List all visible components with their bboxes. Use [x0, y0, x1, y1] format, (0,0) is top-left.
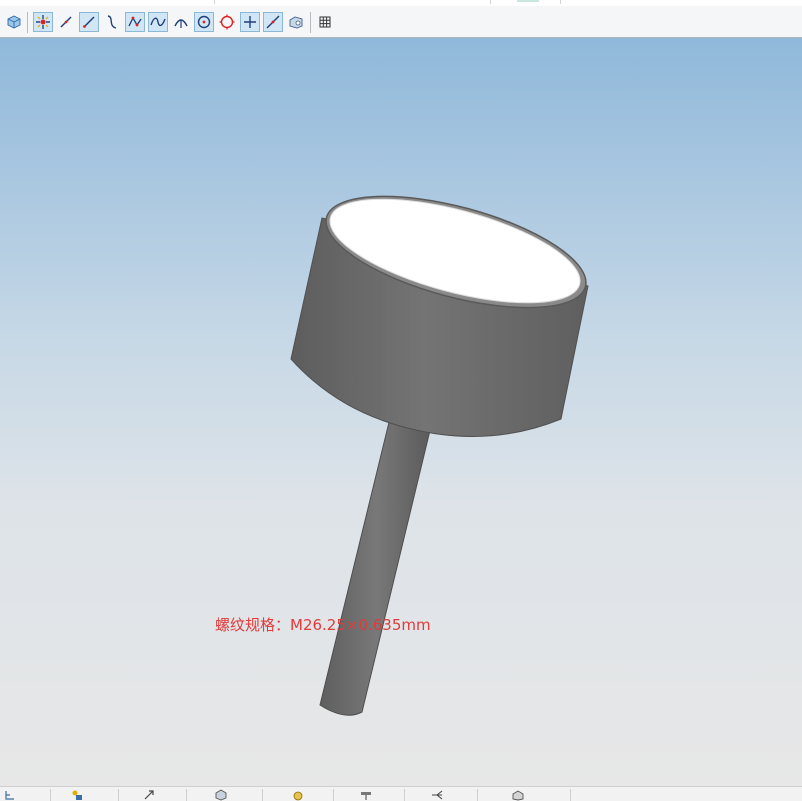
sketch-icon[interactable] — [143, 789, 157, 801]
assembly-icon[interactable] — [71, 789, 85, 801]
solid-view-icon[interactable] — [286, 12, 306, 32]
status-divider — [404, 789, 405, 801]
circle-center-icon[interactable] — [194, 12, 214, 32]
view-icon[interactable] — [512, 789, 526, 801]
status-bar — [0, 786, 802, 801]
tangent-line-icon[interactable] — [263, 12, 283, 32]
branch-icon[interactable] — [431, 789, 445, 801]
line-segment-icon[interactable] — [79, 12, 99, 32]
crosshair-icon[interactable] — [240, 12, 260, 32]
tab-divider — [560, 0, 561, 4]
status-divider — [118, 789, 119, 801]
3d-box-icon[interactable] — [4, 12, 24, 32]
tool-icon[interactable] — [360, 789, 374, 801]
active-tab-indicator — [517, 0, 539, 2]
status-divider — [50, 789, 51, 801]
toolbar-divider — [310, 12, 311, 33]
status-divider — [333, 789, 334, 801]
spline-icon[interactable] — [148, 12, 168, 32]
polyline-icon[interactable] — [125, 12, 145, 32]
status-divider — [570, 789, 571, 801]
3d-viewport[interactable]: 螺纹规格：M26.25×0.635mm — [0, 38, 802, 786]
feature-icon[interactable] — [292, 789, 306, 801]
tab-divider — [214, 0, 215, 4]
probe-head — [290, 195, 589, 437]
curve-icon[interactable] — [102, 12, 122, 32]
probe-model — [290, 195, 589, 716]
line-icon[interactable] — [56, 12, 76, 32]
arc-icon[interactable] — [171, 12, 191, 32]
grid-icon[interactable] — [315, 12, 335, 32]
thread-spec-annotation: 螺纹规格：M26.25×0.635mm — [215, 616, 431, 634]
circle-icon[interactable] — [217, 12, 237, 32]
toolbar-divider — [27, 12, 28, 33]
status-divider — [262, 789, 263, 801]
probe-shaft — [319, 409, 434, 716]
status-divider — [477, 789, 478, 801]
tree-icon[interactable] — [4, 789, 18, 801]
point-snap-icon[interactable] — [33, 12, 53, 32]
tab-divider — [490, 0, 491, 4]
sketch-toolbar — [0, 6, 802, 38]
part-icon[interactable] — [215, 789, 229, 801]
status-divider — [186, 789, 187, 801]
